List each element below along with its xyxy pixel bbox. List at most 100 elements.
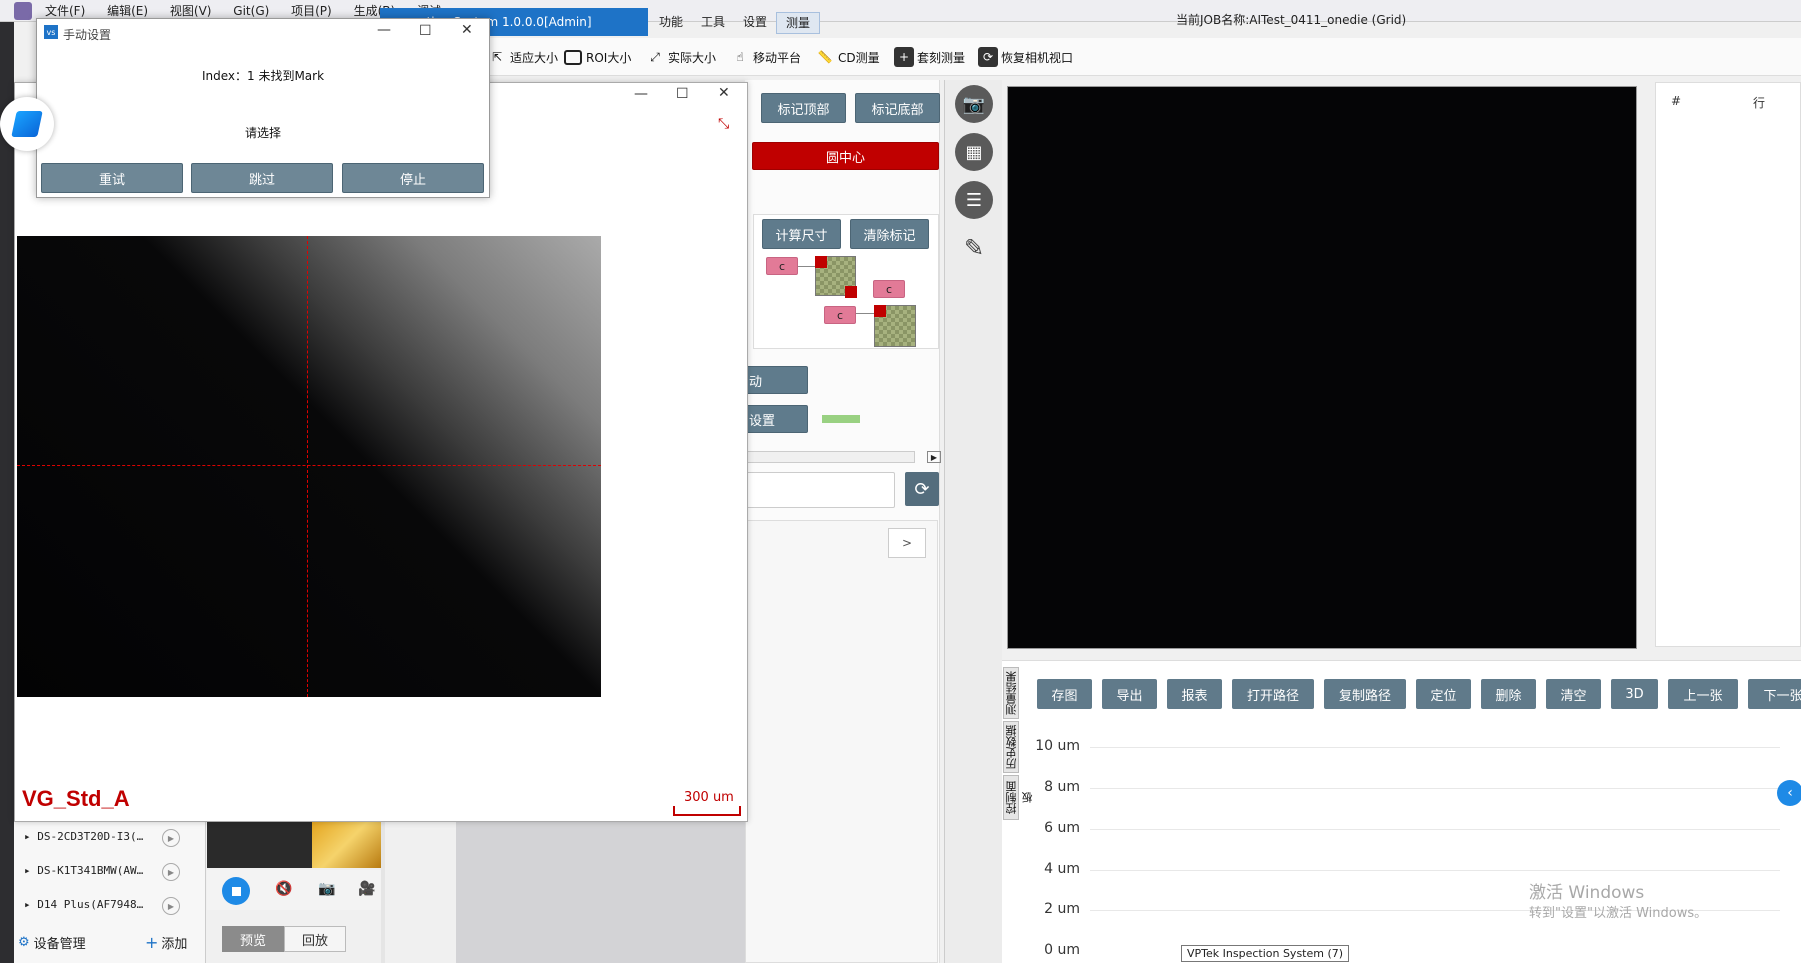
play-icon[interactable]: ▶ (162, 863, 180, 881)
roi-icon (563, 47, 583, 67)
image-label: VG_Std_A (22, 786, 130, 811)
scroll-right-arrow-icon[interactable]: ▶ (927, 451, 941, 463)
save-image-button[interactable]: 存图 (1037, 679, 1092, 709)
3d-button[interactable]: 3D (1611, 679, 1658, 709)
camera-view[interactable] (1007, 86, 1637, 649)
ruler-pen-icon[interactable]: ✎ (955, 229, 993, 267)
sub-panel (745, 520, 938, 963)
retry-button[interactable]: 重试 (41, 163, 183, 193)
stop-icon (231, 886, 241, 896)
alignment-list-icon[interactable]: ☰ (955, 181, 993, 219)
settings-button[interactable]: 设置 (740, 405, 808, 433)
preview-tab[interactable]: 预览 (222, 926, 284, 952)
clear-button[interactable]: 清空 (1546, 679, 1601, 709)
refresh-camera-button[interactable]: ⟳ (905, 472, 939, 506)
app-menu-measure[interactable]: 测量 (776, 12, 821, 34)
circle-center-button[interactable]: 圆中心 (752, 142, 939, 170)
marker-point (874, 305, 886, 317)
close-icon[interactable]: ✕ (718, 85, 730, 101)
prev-image-button[interactable]: 上一张 (1668, 679, 1738, 709)
app-logo-icon[interactable] (0, 97, 54, 151)
play-icon[interactable]: ▶ (162, 897, 180, 915)
device-item[interactable]: ▸ DS-2CD3T20D-I3(… (24, 830, 143, 843)
y-tick-label: 10 um (1035, 738, 1080, 754)
connector-line (798, 266, 815, 267)
roi-size-button[interactable]: ROI大小 (563, 44, 631, 70)
app-menu-settings[interactable]: 设置 (734, 12, 776, 34)
record-icon[interactable]: 🎥 (358, 881, 375, 897)
mark-top-button[interactable]: 标记顶部 (761, 93, 846, 123)
chart-gridline (1090, 788, 1780, 789)
restore-viewport-button[interactable]: ⟳ 恢复相机视口 (978, 44, 1073, 70)
app-menu: 功能 工具 设置 测量 (650, 12, 821, 34)
mark-bottom-button[interactable]: 标记底部 (855, 93, 940, 123)
minimize-icon[interactable]: — (634, 86, 648, 102)
minimize-icon[interactable]: — (377, 22, 391, 38)
camera-icon[interactable]: 📷 (955, 85, 993, 123)
y-tick-label: 2 um (1044, 901, 1080, 917)
auto-button[interactable]: 动 (740, 366, 808, 394)
camera-icon[interactable]: 📷 (318, 881, 335, 897)
mark-chip: c (824, 306, 856, 324)
connector-line (856, 313, 874, 314)
vs-logo-icon (14, 2, 32, 20)
app-menu-tools[interactable]: 工具 (692, 12, 734, 34)
taskbar-tooltip: VPTek Inspection System (7) (1181, 945, 1350, 962)
report-button[interactable]: 报表 (1167, 679, 1222, 709)
horizontal-scrollbar[interactable] (745, 451, 915, 463)
collapse-button[interactable]: ‹ (1777, 780, 1801, 806)
activation-watermark-title: 激活 Windows (1529, 883, 1645, 903)
vs-divider (381, 818, 385, 963)
device-item[interactable]: ▸ DS-K1T341BMW(AW… (24, 864, 143, 877)
activation-watermark-sub: 转到"设置"以激活 Windows。 (1529, 906, 1708, 921)
plus-icon: + (145, 933, 159, 952)
skip-button[interactable]: 跳过 (191, 163, 333, 193)
calc-size-button[interactable]: 计算尺寸 (762, 219, 841, 249)
scale-bar-label: 300 um (684, 790, 734, 805)
overlay-measure-button[interactable]: + 套刻测量 (894, 44, 965, 70)
tab-measure-results[interactable]: 测量结果 (1003, 667, 1019, 719)
open-path-button[interactable]: 打开路径 (1232, 679, 1314, 709)
app-menu-function[interactable]: 功能 (650, 12, 692, 34)
cd-measure-button[interactable]: 📏 CD测量 (815, 44, 880, 70)
delete-button[interactable]: 删除 (1481, 679, 1536, 709)
playback-tab[interactable]: 回放 (284, 926, 346, 952)
copy-path-button[interactable]: 复制路径 (1324, 679, 1406, 709)
maximize-icon[interactable]: ☐ (419, 23, 432, 39)
dialog-prompt: 请选择 (244, 126, 281, 140)
grid-icon[interactable]: ▦ (955, 133, 993, 171)
chart-gridline (1090, 870, 1780, 871)
next-image-button[interactable]: 下一张 (1748, 679, 1801, 709)
add-device-button[interactable]: + 添加 (145, 933, 187, 952)
clear-marks-button[interactable]: 清除标记 (850, 219, 929, 249)
crosshair-horizontal (17, 465, 601, 466)
maximize-icon[interactable]: ☐ (676, 86, 689, 102)
gear-icon: ⚙ (18, 935, 30, 950)
dialog-message: Index：1 未找到Mark (201, 69, 325, 83)
refresh-gear-icon: ⟳ (914, 478, 930, 500)
locate-button[interactable]: 定位 (1416, 679, 1471, 709)
next-page-button[interactable]: > (888, 528, 926, 558)
y-tick-label: 6 um (1044, 820, 1080, 836)
mute-icon[interactable]: 🔇 (275, 881, 292, 897)
dialog-title: 手动设置 (63, 28, 112, 42)
export-button[interactable]: 导出 (1102, 679, 1157, 709)
device-item[interactable]: ▸ D14 Plus(AF7948… (24, 898, 143, 911)
actual-size-button[interactable]: ⤢ 实际大小 (645, 44, 716, 70)
shrink-icon[interactable]: ⤡ (718, 116, 729, 132)
chart-gridline (1090, 747, 1780, 748)
fit-size-button[interactable]: ⇱ 适应大小 (487, 44, 558, 70)
fit-icon: ⇱ (491, 50, 503, 64)
chart-gridline (1090, 829, 1780, 830)
play-icon[interactable]: ▶ (162, 829, 180, 847)
move-stage-button[interactable]: ☝ 移动平台 (730, 44, 801, 70)
table-header-hash: # (1671, 94, 1682, 108)
device-manage-button[interactable]: ⚙ 设备管理 (18, 933, 86, 952)
microscope-image[interactable] (17, 236, 601, 697)
close-icon[interactable]: ✕ (461, 22, 473, 38)
path-input[interactable] (745, 472, 895, 508)
expand-icon: ⤢ (650, 49, 660, 64)
stop-button[interactable] (222, 877, 250, 905)
stop-button[interactable]: 停止 (342, 163, 484, 193)
expand-arrow-icon: ▸ (24, 830, 38, 843)
